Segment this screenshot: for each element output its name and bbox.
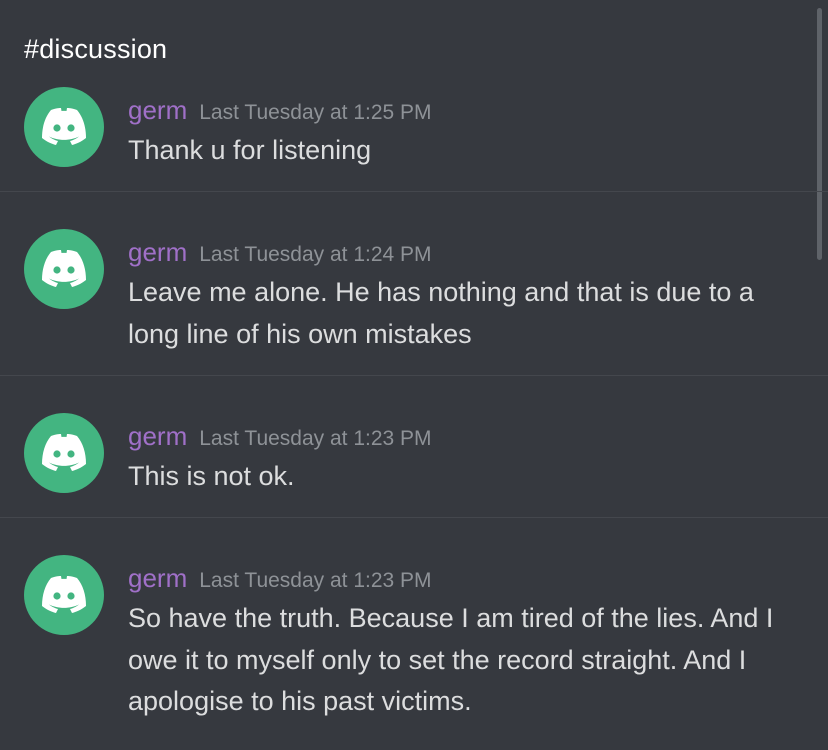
timestamp: Last Tuesday at 1:23 PM [199,569,432,592]
message-text: This is not ok. [128,461,295,491]
scrollbar[interactable] [817,8,822,260]
message-divider [0,191,828,192]
discord-logo-icon [42,434,86,471]
message-divider [0,375,828,376]
message-text: Thank u for listening [128,135,372,165]
avatar[interactable] [24,413,104,493]
avatar[interactable] [24,229,104,309]
discord-logo-icon [42,108,86,145]
message-header: germ Last Tuesday at 1:23 PM [128,563,432,594]
message-header: germ Last Tuesday at 1:25 PM [128,95,432,126]
message-text: So have the truth. Because I am tired of… [128,603,774,716]
message-header: germ Last Tuesday at 1:24 PM [128,237,432,268]
timestamp: Last Tuesday at 1:24 PM [199,243,432,266]
channel-title: #discussion [24,34,168,64]
username[interactable]: germ [128,421,187,451]
discord-logo-icon [42,250,86,287]
message-text: Leave me alone. He has nothing and that … [128,277,754,349]
message-divider [0,517,828,518]
timestamp: Last Tuesday at 1:25 PM [199,101,432,124]
avatar[interactable] [24,555,104,635]
discord-logo-icon [42,576,86,613]
chat-screen: #discussion germ Last Tuesday at 1:25 PM … [0,0,828,750]
username[interactable]: germ [128,237,187,267]
message-header: germ Last Tuesday at 1:23 PM [128,421,432,452]
username[interactable]: germ [128,95,187,125]
avatar[interactable] [24,87,104,167]
username[interactable]: germ [128,563,187,593]
timestamp: Last Tuesday at 1:23 PM [199,427,432,450]
